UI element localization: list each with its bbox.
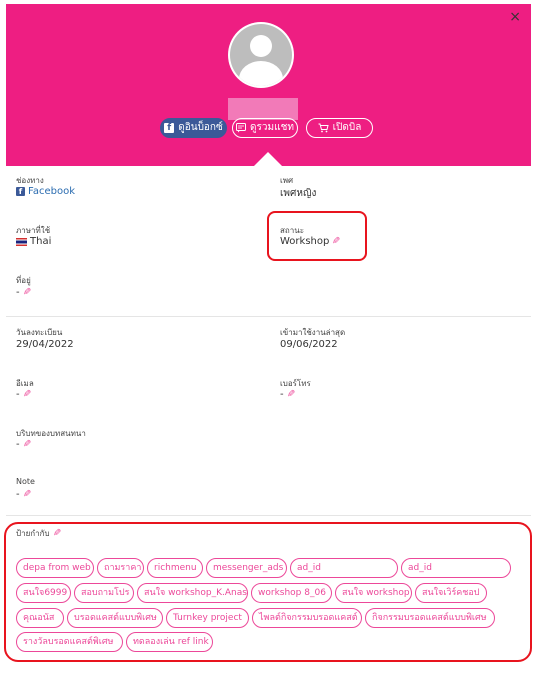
tag-chip[interactable]: สนใจ6999	[16, 583, 71, 603]
last-seen-label: เข้ามาใช้งานล่าสุด	[280, 328, 346, 337]
status-text: Workshop	[280, 236, 330, 247]
language-value: Thai	[16, 236, 51, 247]
redacted-name	[228, 98, 298, 120]
header-caret	[254, 152, 282, 166]
tag-chip[interactable]: workshop 8_06	[251, 583, 332, 603]
context-text: -	[16, 439, 20, 450]
open-bill-label: เปิดบิล	[332, 122, 362, 133]
avatar	[228, 22, 294, 88]
tag-chip[interactable]: สอบถามโปร	[74, 583, 134, 603]
open-bill-button[interactable]: เปิดบิล	[306, 118, 373, 138]
avatar-placeholder-icon	[230, 24, 292, 86]
registered-label: วันลงทะเบียน	[16, 328, 63, 337]
pencil-icon[interactable]: ✎	[23, 389, 31, 400]
context-value: - ✎	[16, 439, 31, 450]
tag-chip[interactable]: รางวัลบรอดแคสต์พิเศษ	[16, 632, 123, 652]
pencil-icon[interactable]: ✎	[53, 528, 61, 539]
facebook-inbox-label: ดูอินบ็อกซ์	[178, 122, 223, 133]
cart-icon	[318, 123, 329, 133]
note-label: Note	[16, 477, 35, 486]
section-divider	[6, 515, 531, 516]
chat-icon	[236, 123, 247, 133]
view-chat-label: ดูรวมแชท	[250, 122, 294, 133]
pencil-icon[interactable]: ✎	[332, 236, 340, 247]
section-divider	[6, 316, 531, 317]
address-text: -	[16, 287, 20, 298]
tags-label: ป้ายกำกับ ✎	[16, 527, 61, 540]
channel-text: Facebook	[28, 186, 75, 197]
tag-chip[interactable]: ad_id	[401, 558, 511, 578]
thai-flag-icon	[16, 237, 27, 246]
email-text: -	[16, 389, 20, 400]
tag-chip[interactable]: ad_id	[290, 558, 398, 578]
tag-chip[interactable]: ถามราคา	[97, 558, 144, 578]
gender-value: เพศหญิง	[280, 188, 317, 199]
facebook-icon: f	[16, 187, 25, 196]
tag-chip[interactable]: สนใจเวิร์คชอป	[415, 583, 487, 603]
email-value: - ✎	[16, 389, 31, 400]
pencil-icon[interactable]: ✎	[23, 287, 31, 298]
tag-chip[interactable]: กิจกรรมบรอดแคสต์แบบพิเศษ	[365, 608, 495, 628]
tag-chip[interactable]: สนใจ workshop	[335, 583, 412, 603]
phone-text: -	[280, 389, 284, 400]
facebook-icon: f	[164, 123, 175, 133]
tag-chip[interactable]: คุณอนัส	[16, 608, 64, 628]
tag-chip[interactable]: Turnkey project	[166, 608, 249, 628]
pencil-icon[interactable]: ✎	[23, 439, 31, 450]
status-value: Workshop ✎	[280, 236, 341, 247]
facebook-inbox-button[interactable]: f ดูอินบ็อกซ์	[160, 118, 227, 138]
tag-chip[interactable]: depa from web	[16, 558, 94, 578]
tag-chip[interactable]: messenger_ads	[206, 558, 287, 578]
close-icon[interactable]: ×	[509, 10, 521, 24]
tag-chip[interactable]: ไพลต์กิจกรรมบรอดแคสต์	[252, 608, 362, 628]
registered-value: 29/04/2022	[16, 339, 74, 350]
view-chat-button[interactable]: ดูรวมแชท	[232, 118, 298, 138]
note-value: - ✎	[16, 489, 31, 500]
tag-chip[interactable]: บรอดแคสต์แบบพิเศษ	[67, 608, 163, 628]
tags-label-text: ป้ายกำกับ	[16, 529, 50, 538]
address-label: ที่อยู่	[16, 276, 31, 285]
tag-chip[interactable]: ทดลองเล่น ref link	[126, 632, 213, 652]
pencil-icon[interactable]: ✎	[287, 389, 295, 400]
phone-value: - ✎	[280, 389, 295, 400]
address-value: - ✎	[16, 287, 31, 298]
pencil-icon[interactable]: ✎	[23, 489, 31, 500]
tag-chip[interactable]: richmenu	[147, 558, 203, 578]
last-seen-value: 09/06/2022	[280, 339, 338, 350]
channel-value: f Facebook	[16, 186, 75, 197]
tag-chip[interactable]: สนใจ workshop_K.Anas	[137, 583, 248, 603]
language-text: Thai	[30, 236, 52, 247]
note-text: -	[16, 489, 20, 500]
